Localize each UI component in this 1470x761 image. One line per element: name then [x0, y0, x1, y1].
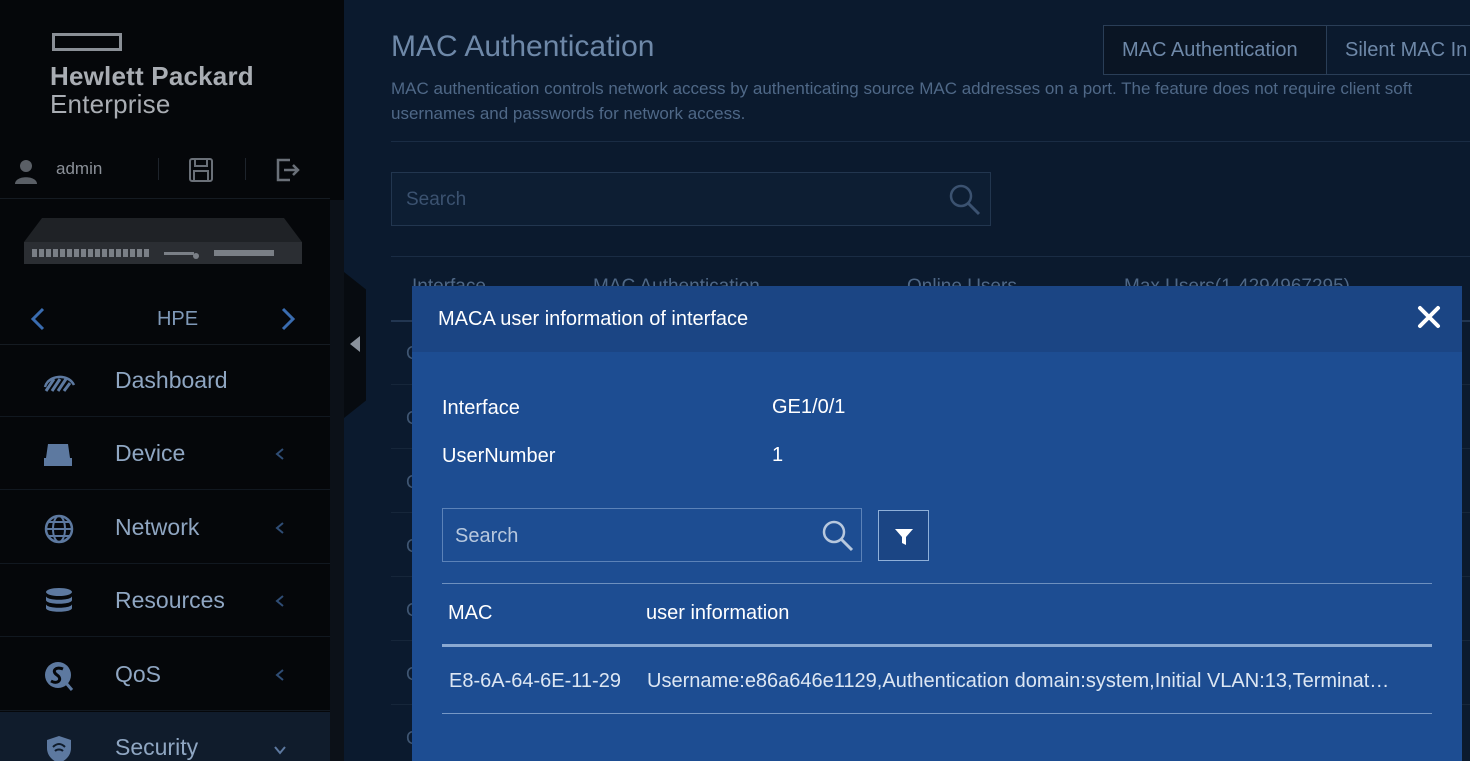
- page-title: MAC Authentication: [391, 30, 655, 63]
- speedometer-icon: [43, 375, 76, 392]
- sidebar-item-qos[interactable]: QoS: [0, 639, 330, 711]
- table-header-line: [442, 644, 1432, 647]
- globe-icon: [44, 514, 74, 544]
- divider: [158, 158, 159, 180]
- description-line: usernames and passwords for network acce…: [391, 104, 746, 123]
- chevron-down-icon: [274, 746, 286, 755]
- sidebar-item-resources[interactable]: Resources: [0, 565, 330, 637]
- page-description: MAC authentication controls network acce…: [391, 76, 1470, 126]
- user-number-value: 1: [772, 444, 784, 466]
- chevron-right-icon[interactable]: [278, 306, 298, 332]
- dialog-search-input[interactable]: Search: [442, 508, 862, 562]
- search-input[interactable]: Search: [391, 172, 991, 226]
- logout-icon[interactable]: [274, 157, 300, 183]
- column-header-mac[interactable]: MAC: [448, 602, 492, 625]
- search-placeholder: Search: [455, 525, 519, 547]
- chevron-left-icon: [275, 669, 284, 681]
- sidebar-scrollbar[interactable]: [330, 200, 344, 761]
- sidebar-item-label: Network: [115, 514, 200, 540]
- sidebar-item-label: Device: [115, 440, 186, 466]
- filter-button[interactable]: [878, 510, 929, 561]
- divider: [245, 158, 246, 180]
- description-line: MAC authentication controls network acce…: [391, 79, 1413, 98]
- close-icon[interactable]: [1416, 304, 1442, 330]
- filter-icon: [895, 529, 913, 545]
- sidebar-item-label: Security: [115, 734, 199, 760]
- user-info-cell[interactable]: Username:e86a646e1129,Authentication dom…: [647, 670, 1427, 693]
- dialog-header: MACA user information of interface: [412, 286, 1462, 352]
- search-icon[interactable]: [948, 183, 982, 217]
- switch-device-image: [24, 218, 302, 264]
- interface-label: Interface: [442, 397, 520, 419]
- search-placeholder: Search: [406, 189, 467, 210]
- dialog-title: MACA user information of interface: [438, 308, 749, 330]
- chevron-left-icon: [275, 595, 284, 607]
- hpe-logo-mark: [52, 33, 122, 51]
- user-bar: admin: [0, 148, 330, 192]
- device-icon: [44, 444, 72, 466]
- sidebar-item-network[interactable]: Network: [0, 492, 330, 564]
- sidebar: Hewlett Packard Enterprise admin HPE Das…: [0, 0, 344, 761]
- brand-logo-text: Hewlett Packard Enterprise: [50, 62, 254, 118]
- divider: [391, 256, 1470, 257]
- mac-cell[interactable]: E8-6A-64-6E-11-29: [449, 670, 634, 693]
- divider: [391, 141, 1470, 142]
- chevron-left-icon: [275, 448, 284, 460]
- tab-mac-authentication[interactable]: MAC Authentication: [1103, 25, 1327, 75]
- sidebar-item-security[interactable]: Security: [0, 712, 330, 761]
- sidebar-item-label: Resources: [115, 587, 225, 613]
- chevron-left-icon: [275, 522, 284, 534]
- column-header-user-information[interactable]: user information: [646, 602, 789, 625]
- table-row-line: [442, 713, 1432, 714]
- sidebar-item-label: Dashboard: [115, 367, 228, 393]
- shield-icon: [47, 736, 71, 761]
- caret-left-icon[interactable]: [349, 335, 361, 353]
- save-icon[interactable]: [188, 157, 214, 183]
- user-name[interactable]: admin: [56, 159, 102, 179]
- tab-silent-mac[interactable]: Silent MAC In: [1326, 25, 1470, 75]
- sidebar-item-device[interactable]: Device: [0, 418, 330, 490]
- database-icon: [46, 588, 72, 612]
- device-switcher: HPE: [0, 296, 330, 342]
- user-info-dialog: MACA user information of interface Inter…: [412, 286, 1462, 761]
- user-icon: [15, 160, 37, 184]
- interface-value: GE1/0/1: [772, 396, 846, 418]
- table-top-line: [442, 583, 1432, 584]
- qos-icon: [45, 662, 74, 691]
- search-icon[interactable]: [821, 519, 855, 553]
- user-number-label: UserNumber: [442, 445, 556, 467]
- sidebar-item-label: QoS: [115, 661, 162, 687]
- divider: [0, 198, 330, 199]
- device-name: HPE: [156, 308, 199, 330]
- sidebar-item-dashboard[interactable]: Dashboard: [0, 345, 330, 417]
- brand-line-1: Hewlett Packard: [50, 61, 254, 91]
- brand-line-2: Enterprise: [50, 89, 171, 119]
